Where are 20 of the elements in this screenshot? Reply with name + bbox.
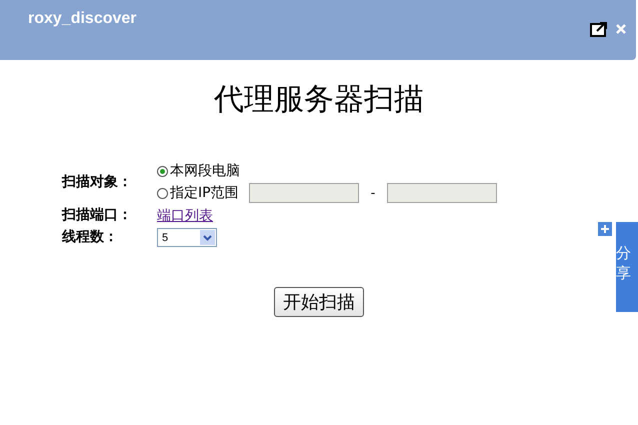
popout-icon[interactable]	[590, 21, 608, 37]
ip-start-field[interactable]	[248, 183, 359, 203]
radio-button[interactable]	[157, 188, 168, 198]
port-list-link[interactable]: 端口列表	[157, 208, 213, 224]
close-icon[interactable]	[616, 24, 626, 34]
range-separator: -	[370, 186, 376, 200]
scan-port-label: 扫描端口：	[62, 206, 133, 225]
scan-target-label: 扫描对象：	[62, 173, 133, 192]
plus-icon[interactable]	[598, 222, 612, 236]
radio-button[interactable]	[157, 166, 168, 176]
chevron-down-icon	[203, 234, 212, 240]
page-heading: 代理服务器扫描	[213, 81, 425, 119]
threads-label: 线程数：	[62, 228, 119, 247]
option-label: 本网段电脑	[170, 162, 240, 180]
window-title: roxy_discover	[28, 10, 137, 29]
ip-end-field[interactable]	[387, 183, 498, 203]
start-scan-button[interactable]: 开始扫描	[274, 287, 364, 317]
option-label: 指定IP范围	[170, 184, 239, 202]
threads-select[interactable]: 5	[157, 228, 217, 247]
share-tab[interactable]: 分享	[616, 222, 638, 312]
